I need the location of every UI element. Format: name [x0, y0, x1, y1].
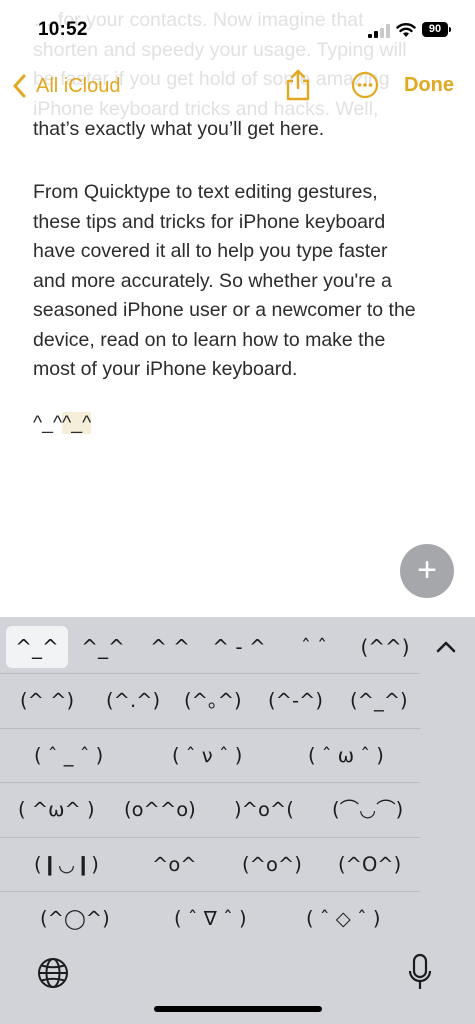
- emoticon-key[interactable]: (^｡^): [184, 674, 242, 727]
- emoticon-key[interactable]: (^ ^): [20, 674, 74, 727]
- battery-tip: [449, 27, 451, 32]
- microphone-icon[interactable]: [408, 953, 432, 993]
- emoticon-key[interactable]: (^◯^): [40, 892, 110, 945]
- suggestion-item[interactable]: ˆ ˆ: [286, 626, 342, 668]
- note-line: most of your iPhone keyboard.: [33, 358, 298, 380]
- globe-icon[interactable]: [36, 956, 70, 990]
- suggestion-item[interactable]: ^_^: [6, 626, 68, 668]
- done-button[interactable]: Done: [404, 74, 454, 97]
- suggestion-item[interactable]: ^ - ^: [204, 626, 274, 668]
- emoticon-keyboard: ^_^ ^_^ ^ ^ ^ - ^ ˆ ˆ (^^) (^ ^) (^.^) (…: [0, 617, 475, 1024]
- plus-icon: +: [417, 551, 437, 589]
- back-label: All iCloud: [36, 74, 121, 97]
- emoticon-row: ( ^ω^ ) (o^^o) )^o^( (⌒◡⌒): [0, 782, 420, 837]
- cellular-signal-icon: [368, 24, 390, 38]
- suggestion-bar: ^_^ ^_^ ^ ^ ^ - ^ ˆ ˆ (^^): [0, 617, 475, 673]
- status-bar: 10:52 90: [0, 0, 475, 56]
- emoticon-key[interactable]: (❙◡❙): [34, 838, 99, 891]
- note-line[interactable]: that’s exactly what you’ll get here.: [33, 118, 324, 141]
- emoticon-key[interactable]: ( ˆ _ ˆ ): [34, 729, 103, 782]
- emoticon-key[interactable]: ( ˆ ◇ ˆ ): [306, 892, 381, 945]
- suggestion-item[interactable]: ^ ^: [140, 626, 200, 668]
- add-button[interactable]: +: [400, 544, 454, 598]
- emoticon-key[interactable]: (^O^): [338, 838, 401, 891]
- note-line: have covered it all to help you type fas…: [33, 240, 388, 262]
- status-time: 10:52: [38, 19, 88, 40]
- emoticon-key[interactable]: ( ˆ ω ˆ ): [308, 729, 384, 782]
- suggestion-item[interactable]: ^_^: [72, 626, 134, 668]
- emoticon-key[interactable]: ( ^ω^ ): [18, 783, 95, 836]
- note-line: these tips and tricks for iPhone keyboar…: [33, 210, 386, 233]
- emoticon-row: (^◯^) ( ˆ ∇ ˆ ) ( ˆ ◇ ˆ ): [0, 891, 420, 946]
- more-options-icon[interactable]: [351, 71, 379, 99]
- nav-bar: All iCloud Done: [0, 56, 475, 116]
- emoticon-key[interactable]: ( ˆ ν ˆ ): [172, 729, 242, 782]
- chevron-left-icon: [13, 74, 26, 98]
- home-indicator: [154, 1006, 322, 1012]
- suggestion-item[interactable]: (^^): [350, 626, 420, 668]
- emoticon-key[interactable]: (^-^): [268, 674, 323, 727]
- emoticon-key[interactable]: (^_^): [350, 674, 408, 727]
- emoticon-key[interactable]: (^o^): [242, 838, 302, 891]
- battery-level: 90: [428, 23, 442, 35]
- note-paragraph[interactable]: From Quicktype to text editing gestures,…: [33, 178, 453, 385]
- emoticon-row: (❙◡❙) ^o^ (^o^) (^O^): [0, 836, 420, 892]
- emoticon-key[interactable]: (⌒◡⌒): [332, 783, 403, 836]
- wifi-icon: [396, 23, 416, 37]
- note-line: From Quicktype to text editing gestures,: [33, 181, 378, 203]
- emoticon-row: (^ ^) (^.^) (^｡^) (^-^) (^_^): [0, 673, 420, 728]
- emoticon-key[interactable]: )^o^(: [234, 783, 294, 836]
- emoticon-key[interactable]: ( ˆ ∇ ˆ ): [174, 892, 247, 945]
- emote-line[interactable]: ^_^^_^: [33, 412, 92, 435]
- back-button[interactable]: All iCloud: [12, 71, 120, 101]
- emoticon-key[interactable]: (o^^o): [124, 783, 196, 836]
- note-line: device, read on to learn how to make the: [33, 328, 386, 351]
- note-line: seasoned iPhone user or a newcomer to th…: [33, 299, 416, 321]
- emoticon-key[interactable]: (^.^): [106, 674, 160, 727]
- emote-marked-text: ^_^: [62, 412, 92, 434]
- share-icon[interactable]: [284, 68, 312, 102]
- note-line: and more accurately. So whether you're a: [33, 269, 392, 292]
- emoticon-grid: (^ ^) (^.^) (^｡^) (^-^) (^_^) ( ˆ _ ˆ ) …: [0, 673, 420, 946]
- chevron-up-icon[interactable]: [430, 631, 462, 663]
- emoticon-key[interactable]: ^o^: [152, 838, 197, 891]
- emoticon-row: ( ˆ _ ˆ ) ( ˆ ν ˆ ) ( ˆ ω ˆ ): [0, 727, 420, 783]
- emote-text: ^_^: [33, 412, 63, 434]
- battery-icon: 90: [422, 22, 448, 37]
